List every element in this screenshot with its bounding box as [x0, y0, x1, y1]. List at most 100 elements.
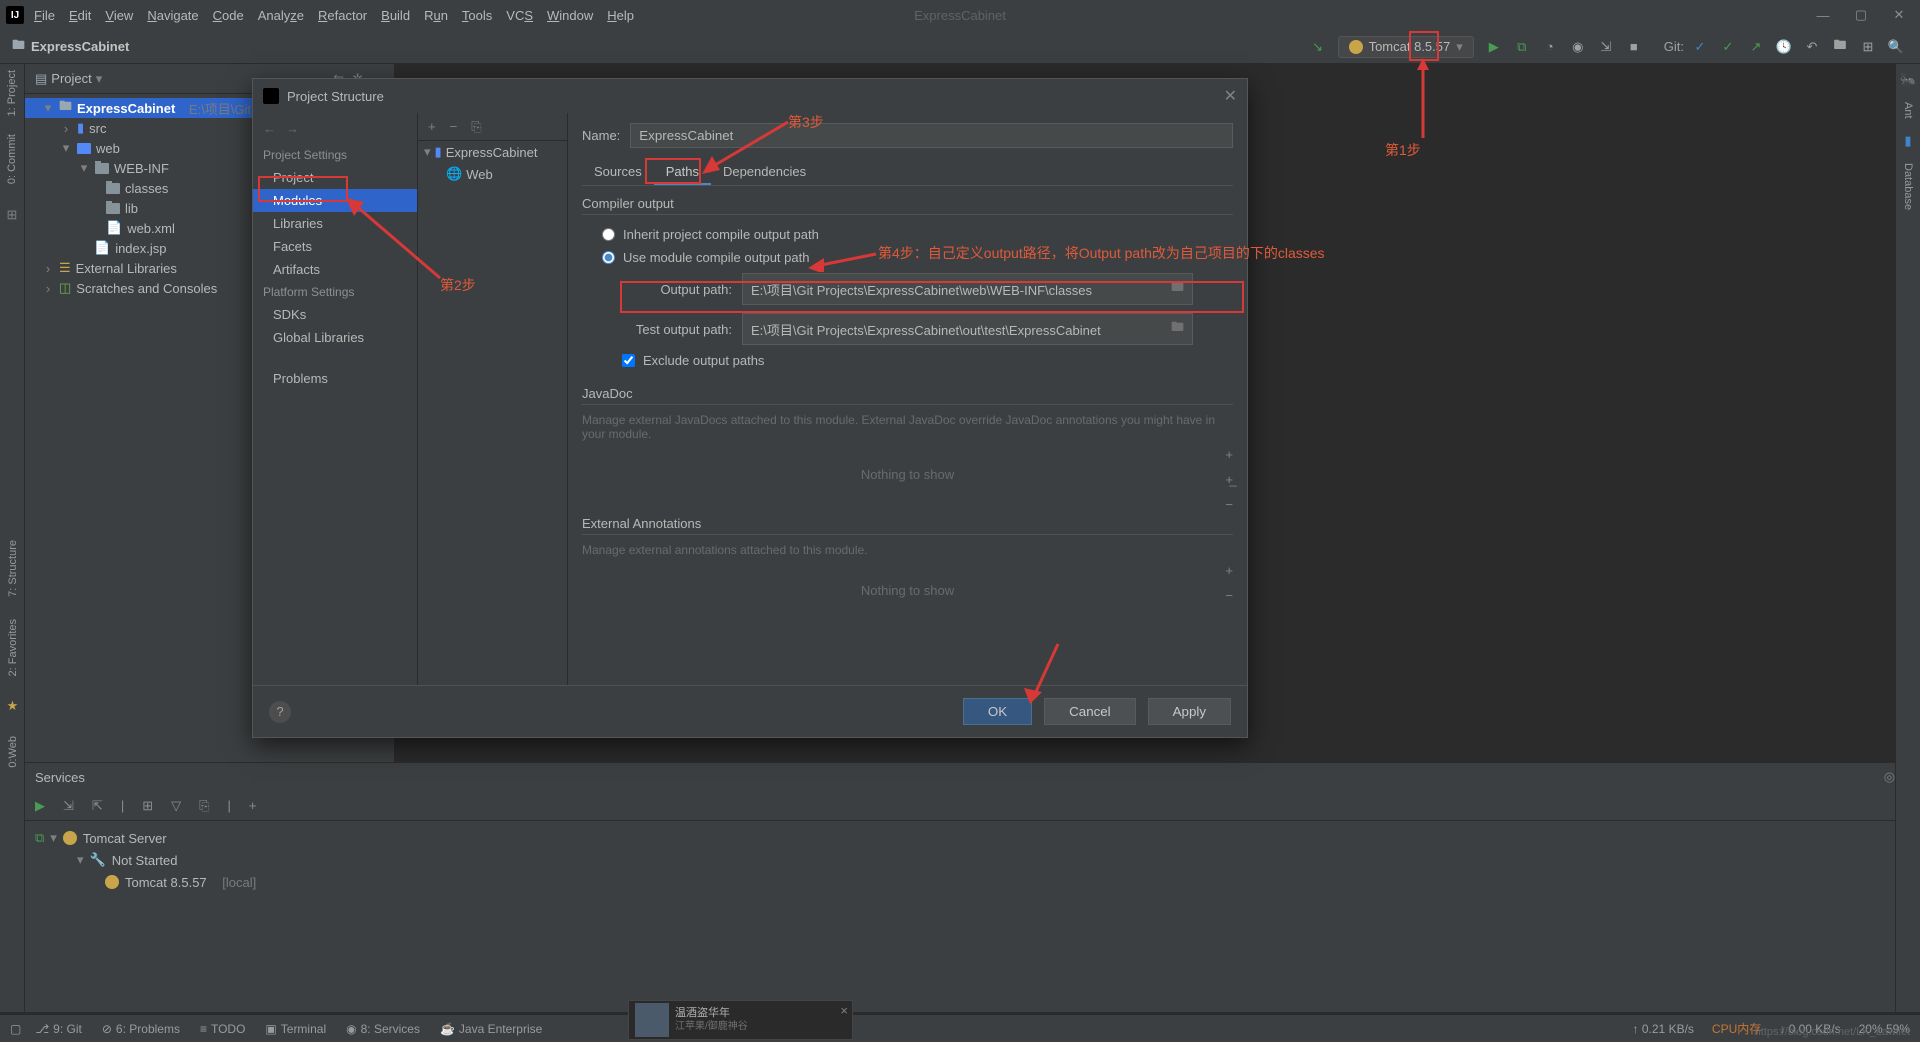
git-history-icon[interactable]: 🕓 — [1772, 35, 1796, 59]
run-config-selector[interactable]: Tomcat 8.5.57 ▾ — [1338, 36, 1474, 58]
dialog-title: Project Structure — [287, 89, 384, 104]
app-title: ExpressCabinet — [914, 8, 1006, 23]
sidebar-global-libs[interactable]: Global Libraries — [253, 326, 417, 349]
menu-analyze[interactable]: Analyze — [258, 8, 304, 23]
music-close-icon[interactable]: × — [840, 1003, 848, 1018]
nav-fwd-icon[interactable]: → — [286, 121, 299, 136]
help-icon[interactable]: ? — [269, 701, 291, 723]
apply-button[interactable]: Apply — [1148, 698, 1231, 725]
project-structure-icon[interactable]: 🖿 — [1828, 35, 1852, 59]
menu-navigate[interactable]: Navigate — [147, 8, 198, 23]
remove-module-icon[interactable]: − — [450, 119, 458, 134]
services-tree-icon[interactable]: ⊞ — [142, 798, 153, 814]
bottom-git[interactable]: ⎇ 9: Git — [35, 1022, 82, 1036]
menu-build[interactable]: Build — [381, 8, 410, 23]
git-label: Git: — [1664, 39, 1684, 54]
git-update-icon[interactable]: ✓ — [1688, 35, 1712, 59]
tool-ant[interactable]: Ant — [1902, 102, 1914, 119]
tool-favorites[interactable]: 2: Favorites — [7, 619, 19, 676]
menu-window[interactable]: Window — [547, 8, 593, 23]
module-web-item[interactable]: 🌐Web — [418, 163, 567, 185]
menu-vcs[interactable]: VCS — [506, 8, 533, 23]
app-logo: IJ — [6, 6, 24, 24]
radio-module[interactable]: Use module compile output path — [582, 246, 1233, 269]
bottom-todo[interactable]: ≡ TODO — [200, 1022, 245, 1036]
git-push-icon[interactable]: ↗ — [1744, 35, 1768, 59]
module-tree: + − ⎘ ▾▮ExpressCabinet 🌐Web — [418, 113, 568, 685]
menu-code[interactable]: Code — [213, 8, 244, 23]
sidebar-sdks[interactable]: SDKs — [253, 303, 417, 326]
right-tool-strip: 🐜 Ant ▮ Database — [1895, 64, 1920, 1012]
window-minimize[interactable]: — — [1808, 8, 1838, 23]
menu-view[interactable]: View — [105, 8, 133, 23]
sidebar-libraries[interactable]: Libraries — [253, 212, 417, 235]
sidebar-facets[interactable]: Facets — [253, 235, 417, 258]
window-maximize[interactable]: ▢ — [1846, 7, 1876, 23]
radio-inherit[interactable]: Inherit project compile output path — [582, 223, 1233, 246]
services-collapse-icon[interactable]: ⇱ — [92, 798, 103, 814]
add-module-icon[interactable]: + — [428, 119, 436, 134]
breadcrumb-root[interactable]: ExpressCabinet — [31, 39, 129, 54]
tool-database[interactable]: Database — [1902, 163, 1914, 210]
javadoc-add-icon[interactable]: + — [1225, 447, 1233, 462]
cancel-button[interactable]: Cancel — [1044, 698, 1136, 725]
services-filter-icon[interactable]: ▽ — [171, 798, 181, 814]
javadoc-remove-icon[interactable]: − — [1225, 497, 1233, 512]
ide-settings-icon[interactable]: ⊞ — [1856, 35, 1880, 59]
menu-run[interactable]: Run — [424, 8, 448, 23]
services-run-icon[interactable]: ▶ — [35, 798, 45, 814]
browse-icon[interactable]: 🖿 — [1171, 318, 1184, 340]
attach-icon[interactable]: ⇲ — [1594, 35, 1618, 59]
menu-refactor[interactable]: Refactor — [318, 8, 367, 23]
browse-icon[interactable]: 🖿 — [1171, 278, 1184, 300]
build-icon[interactable]: ↘ — [1306, 35, 1330, 59]
services-group-icon[interactable]: ⎘ — [199, 798, 209, 814]
test-output-path-input[interactable]: E:\项目\Git Projects\ExpressCabinet\out\te… — [742, 313, 1193, 345]
coverage-icon[interactable]: ◔ — [1538, 35, 1562, 59]
menu-help[interactable]: Help — [607, 8, 634, 23]
exclude-checkbox[interactable]: Exclude output paths — [582, 349, 1233, 372]
ok-button[interactable]: OK — [963, 698, 1032, 725]
menu-edit[interactable]: Edit — [69, 8, 91, 23]
sidebar-artifacts[interactable]: Artifacts — [253, 258, 417, 281]
ext-add-icon[interactable]: + — [1225, 563, 1233, 578]
ext-remove-icon[interactable]: − — [1225, 588, 1233, 603]
menu-tools[interactable]: Tools — [462, 8, 492, 23]
services-target-icon[interactable]: ◎ — [1884, 769, 1895, 785]
bottom-services[interactable]: ◉ 8: Services — [346, 1022, 420, 1036]
bottom-terminal[interactable]: ▣ Terminal — [265, 1022, 326, 1036]
nav-back-icon[interactable]: ← — [263, 121, 276, 136]
tool-project[interactable]: 1: Project — [6, 70, 18, 116]
git-commit-icon[interactable]: ✓ — [1716, 35, 1740, 59]
tab-paths[interactable]: Paths — [654, 160, 711, 185]
menu-file[interactable]: File — [34, 8, 55, 23]
test-output-path-label: Test output path: — [622, 322, 732, 337]
services-expand-icon[interactable]: ⇲ — [63, 798, 74, 814]
tool-web[interactable]: 0:Web — [7, 736, 19, 768]
project-view-selector[interactable]: ▤ Project ▾ — [35, 71, 102, 87]
tab-dependencies[interactable]: Dependencies — [711, 160, 818, 185]
run-icon[interactable]: ▶ — [1482, 35, 1506, 59]
profile-icon[interactable]: ◉ — [1566, 35, 1590, 59]
bottom-javaee[interactable]: ☕ Java Enterprise — [440, 1022, 542, 1036]
output-path-input[interactable]: E:\项目\Git Projects\ExpressCabinet\web\WE… — [742, 273, 1193, 305]
tab-sources[interactable]: Sources — [582, 160, 654, 185]
tool-commit[interactable]: 0: Commit — [6, 134, 18, 184]
search-icon[interactable]: 🔍 — [1884, 35, 1908, 59]
folder-icon: 🖿 — [12, 36, 25, 58]
tool-structure[interactable]: 7: Structure — [7, 540, 19, 597]
sidebar-problems[interactable]: Problems — [253, 367, 417, 390]
git-rollback-icon[interactable]: ↶ — [1800, 35, 1824, 59]
module-name-input[interactable] — [630, 123, 1233, 148]
bottom-problems[interactable]: ⊘ 6: Problems — [102, 1022, 180, 1036]
sidebar-modules[interactable]: Modules — [253, 189, 417, 212]
module-item[interactable]: ▾▮ExpressCabinet — [418, 141, 567, 163]
services-add-icon[interactable]: + — [249, 798, 257, 813]
stop-icon[interactable]: ■ — [1622, 35, 1646, 59]
copy-module-icon[interactable]: ⎘ — [471, 119, 481, 135]
sidebar-project[interactable]: Project — [253, 166, 417, 189]
javadoc-specify-icon[interactable]: +̲ — [1225, 472, 1233, 487]
dialog-close-icon[interactable]: ✕ — [1224, 86, 1237, 106]
window-close[interactable]: ✕ — [1884, 7, 1914, 23]
debug-icon[interactable]: ⧉ — [1510, 35, 1534, 59]
